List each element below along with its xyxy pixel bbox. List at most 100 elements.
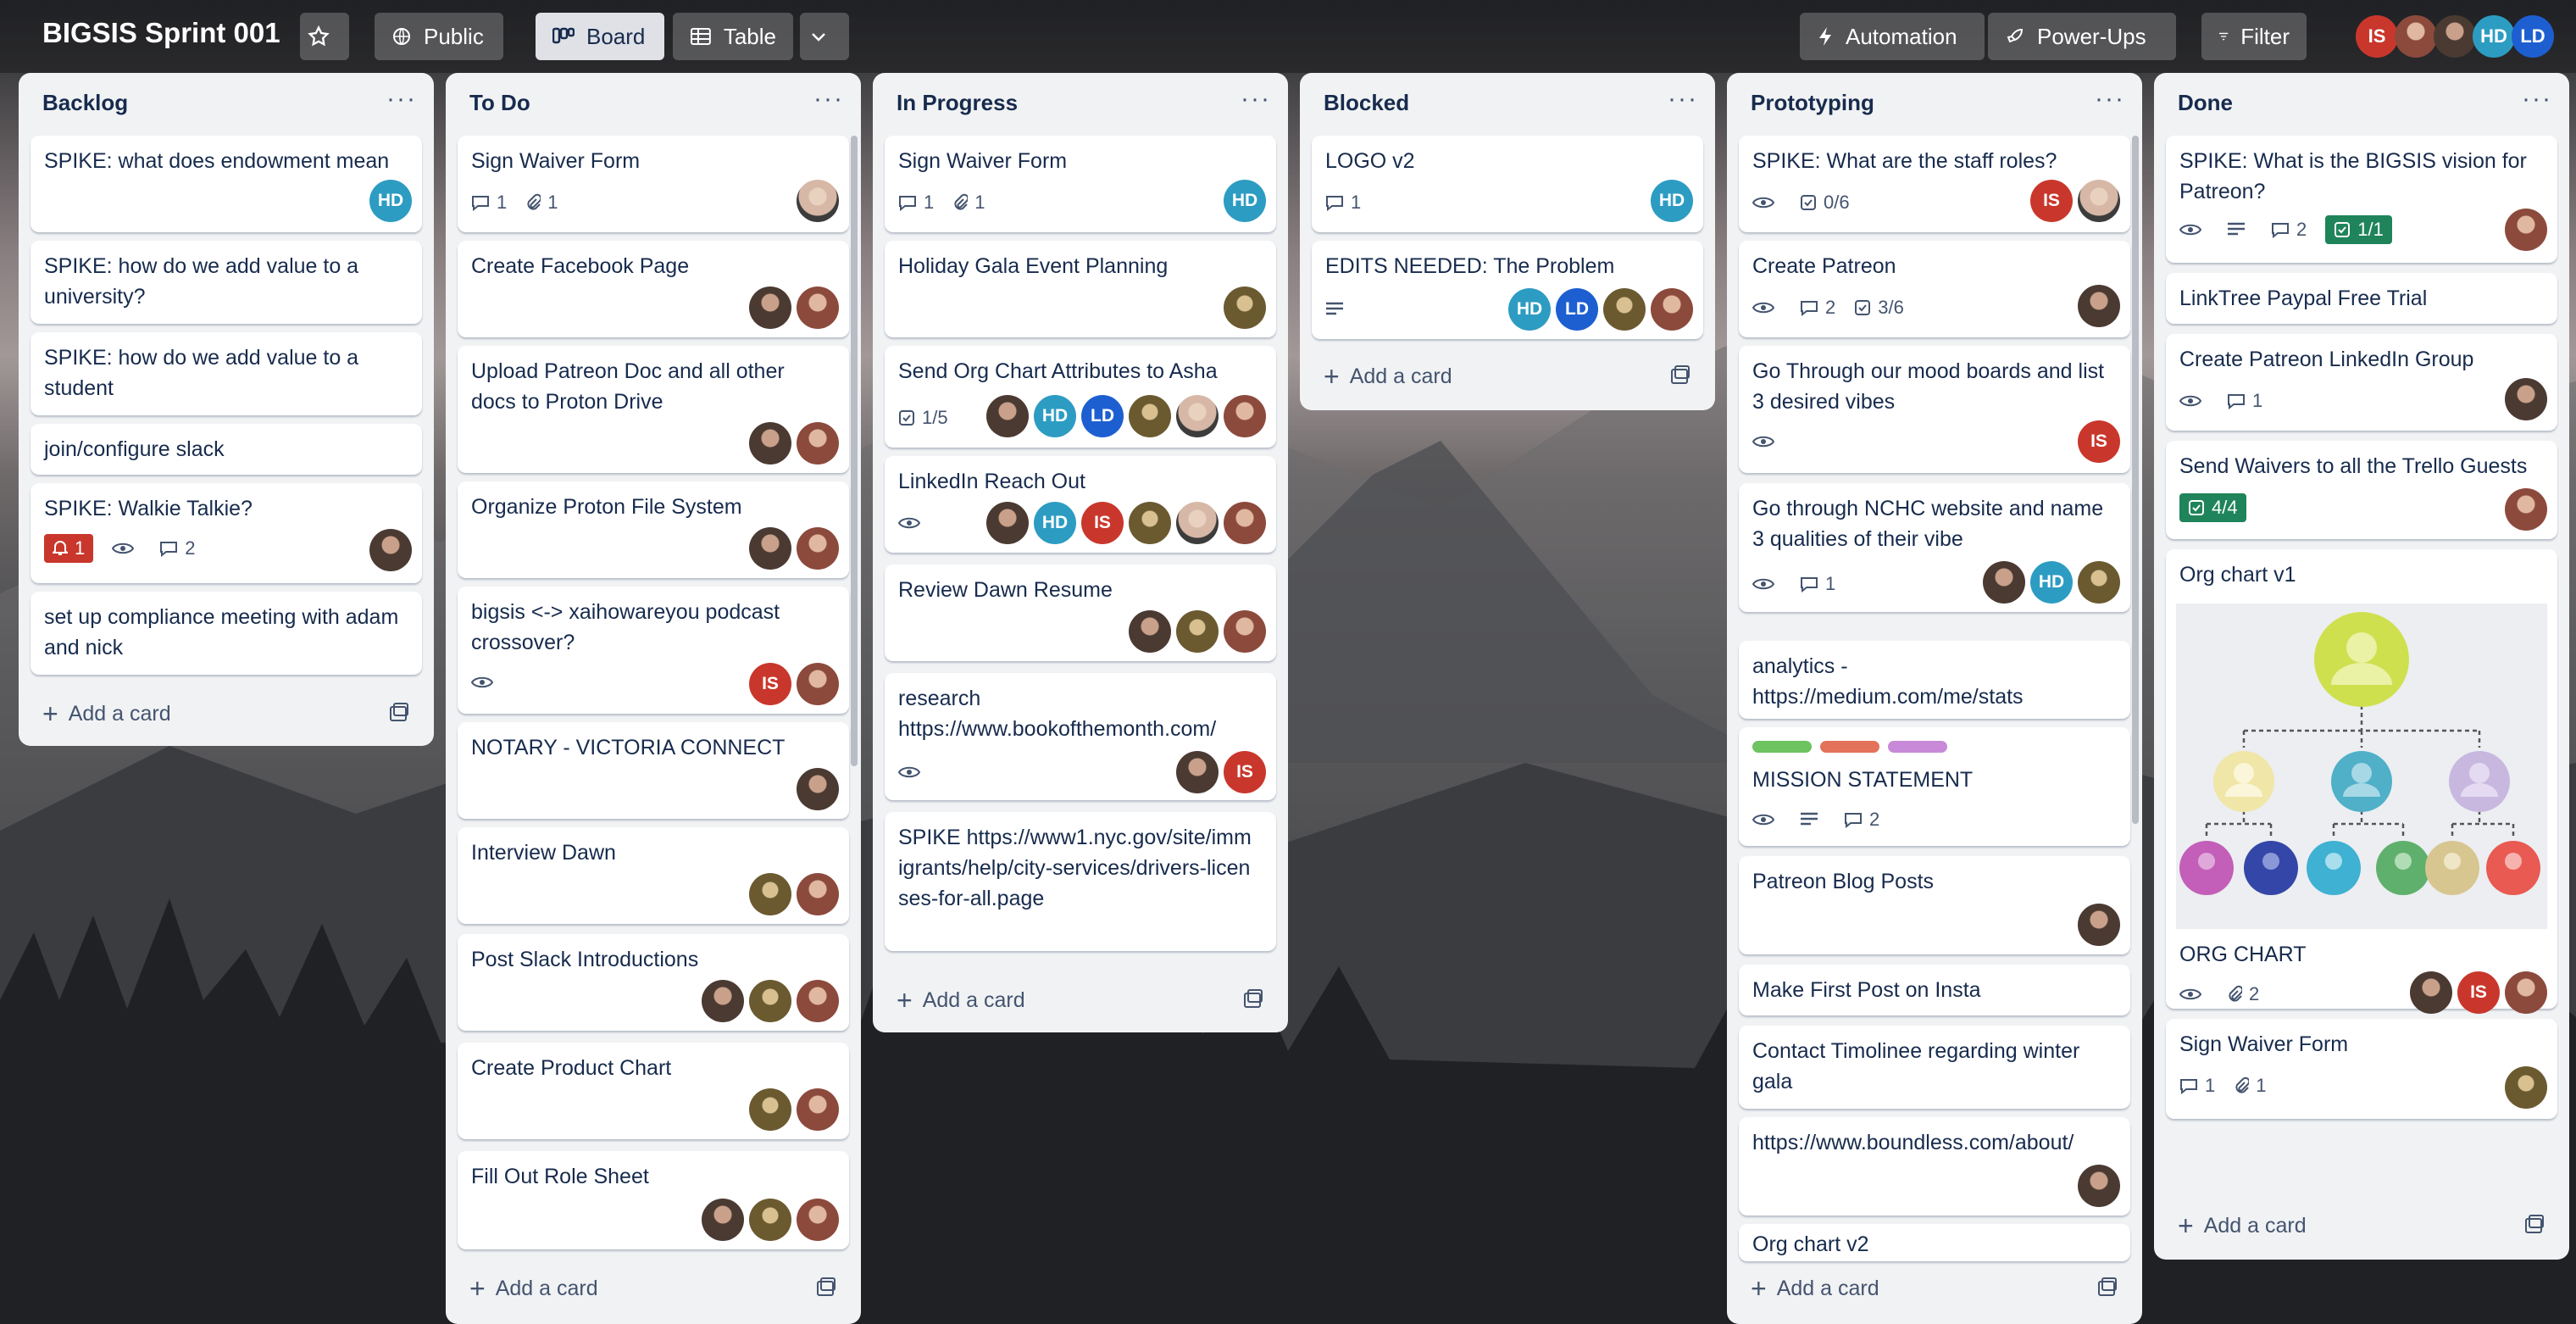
powerups-button[interactable]: Power-Ups: [1988, 13, 2176, 60]
member-avatar-photo[interactable]: [2078, 285, 2120, 327]
list-menu-icon[interactable]: ···: [1668, 85, 1698, 114]
member-avatar-photo[interactable]: [1224, 395, 1266, 437]
member-avatar-photo[interactable]: [1983, 561, 2025, 604]
card[interactable]: Organize Proton File System: [458, 481, 849, 578]
card-template-icon[interactable]: [2096, 1277, 2118, 1299]
member-avatar-photo[interactable]: [797, 1199, 839, 1241]
star-button[interactable]: [300, 13, 349, 60]
list-scrollbar[interactable]: [851, 136, 858, 766]
member-avatar-photo[interactable]: [797, 1088, 839, 1131]
list-title[interactable]: To Do: [469, 90, 530, 116]
card[interactable]: MISSION STATEMENT 2: [1739, 727, 2130, 846]
card[interactable]: SPIKE: What is the BIGSIS vision for Pat…: [2166, 136, 2557, 263]
board-title[interactable]: BIGSIS Sprint 001: [42, 17, 280, 49]
member-avatar-photo[interactable]: [2078, 904, 2120, 946]
list-menu-icon[interactable]: ···: [2522, 85, 2552, 114]
card[interactable]: Sign Waiver Form 1 1: [458, 136, 849, 232]
card[interactable]: SPIKE https://www1.nyc.gov/site/immigran…: [885, 812, 1276, 951]
list-scrollbar[interactable]: [2132, 136, 2139, 824]
member-avatar-photo[interactable]: [1129, 502, 1171, 544]
member-avatar-photo[interactable]: [2078, 180, 2120, 222]
member-avatar-photo[interactable]: [2410, 971, 2452, 1014]
card[interactable]: Make First Post on Insta: [1739, 965, 2130, 1015]
card[interactable]: join/configure slack: [31, 424, 422, 475]
card[interactable]: Go Through our mood boards and list 3 de…: [1739, 346, 2130, 473]
card[interactable]: Post Slack Introductions: [458, 934, 849, 1031]
member-avatar-photo[interactable]: [797, 663, 839, 705]
member-avatar-photo[interactable]: [1176, 395, 1219, 437]
member-avatar-photo[interactable]: [2505, 209, 2547, 251]
add-card-button[interactable]: + Add a card: [2178, 1212, 2307, 1239]
member-avatar-ld[interactable]: LD: [2512, 15, 2554, 58]
card[interactable]: Go through NCHC website and name 3 quali…: [1739, 483, 2130, 612]
member-avatar-photo[interactable]: [797, 527, 839, 570]
card[interactable]: SPIKE: Walkie Talkie? 1 2: [31, 483, 422, 583]
card[interactable]: Sign Waiver Form 1 1 HD: [885, 136, 1276, 232]
member-avatar-hd[interactable]: HD: [1034, 502, 1076, 544]
due-date-badge[interactable]: 1: [44, 534, 94, 563]
member-avatar-photo[interactable]: [1176, 751, 1219, 793]
member-avatar-photo[interactable]: [1129, 610, 1171, 653]
card[interactable]: EDITS NEEDED: The Problem HD LD: [1312, 241, 1703, 339]
card[interactable]: Create Patreon LinkedIn Group 1: [2166, 334, 2557, 431]
red-label[interactable]: [1820, 741, 1879, 753]
member-avatar-photo[interactable]: [2078, 1165, 2120, 1207]
list-menu-icon[interactable]: ···: [813, 85, 844, 114]
member-avatar-photo[interactable]: [749, 1199, 791, 1241]
member-avatar-ld[interactable]: LD: [1081, 395, 1124, 437]
card[interactable]: LinkedIn Reach Out HD IS: [885, 456, 1276, 553]
card[interactable]: LinkTree Paypal Free Trial: [2166, 273, 2557, 324]
member-avatar-photo[interactable]: [749, 1088, 791, 1131]
member-avatar-photo[interactable]: [2505, 1066, 2547, 1109]
card[interactable]: bigsis <-> xaihowareyou podcast crossove…: [458, 587, 849, 714]
member-avatar-is[interactable]: IS: [2030, 180, 2073, 222]
card[interactable]: https://www.boundless.com/about/: [1739, 1117, 2130, 1216]
member-avatar-photo[interactable]: [1603, 288, 1646, 331]
member-avatar-photo[interactable]: [702, 1199, 744, 1241]
member-avatar-is[interactable]: IS: [2078, 420, 2120, 463]
member-avatar-hd[interactable]: HD: [2030, 561, 2073, 604]
card[interactable]: Patreon Blog Posts: [1739, 856, 2130, 954]
card[interactable]: SPIKE: how do we add value to a universi…: [31, 241, 422, 324]
list-menu-icon[interactable]: ···: [1241, 85, 1271, 114]
card[interactable]: SPIKE: what does endowment mean HD: [31, 136, 422, 232]
card[interactable]: Send Waivers to all the Trello Guests 4/…: [2166, 441, 2557, 539]
member-avatar-photo[interactable]: [749, 422, 791, 465]
card-template-icon[interactable]: [815, 1277, 837, 1299]
member-avatar-hd[interactable]: HD: [1034, 395, 1076, 437]
card[interactable]: Contact Timolinee regarding winter gala: [1739, 1026, 2130, 1109]
card-template-icon[interactable]: [388, 702, 410, 724]
member-avatar-photo[interactable]: [2434, 15, 2476, 58]
card[interactable]: SPIKE: What are the staff roles? 0/6 IS: [1739, 136, 2130, 232]
member-avatar-photo[interactable]: [369, 529, 412, 571]
member-avatar-photo[interactable]: [2505, 971, 2547, 1014]
card[interactable]: Interview Dawn: [458, 827, 849, 924]
add-card-button[interactable]: + Add a card: [42, 700, 171, 727]
member-avatar-hd[interactable]: HD: [1508, 288, 1551, 331]
member-avatar-ld[interactable]: LD: [1556, 288, 1598, 331]
member-avatar-photo[interactable]: [2505, 378, 2547, 420]
list-title[interactable]: Blocked: [1324, 90, 1409, 116]
list-title[interactable]: Backlog: [42, 90, 128, 116]
card[interactable]: Fill Out Role Sheet: [458, 1151, 849, 1249]
list-menu-icon[interactable]: ···: [386, 85, 417, 114]
member-avatar-hd[interactable]: HD: [2473, 15, 2515, 58]
member-avatar-photo[interactable]: [797, 980, 839, 1022]
member-avatar-photo[interactable]: [2078, 561, 2120, 604]
card-template-icon[interactable]: [1669, 364, 1691, 387]
member-avatar-photo[interactable]: [749, 527, 791, 570]
member-avatar-photo[interactable]: [702, 980, 744, 1022]
member-avatar-photo[interactable]: [1651, 288, 1693, 331]
member-avatar-photo[interactable]: [1176, 610, 1219, 653]
views-dropdown-button[interactable]: [800, 13, 849, 60]
member-avatar-photo[interactable]: [2505, 488, 2547, 531]
member-avatar-photo[interactable]: [986, 395, 1029, 437]
member-avatar-is[interactable]: IS: [2457, 971, 2500, 1014]
member-avatar-photo[interactable]: [1224, 502, 1266, 544]
member-avatar-photo[interactable]: [1176, 502, 1219, 544]
table-view-button[interactable]: Table: [673, 13, 793, 60]
member-avatar-hd[interactable]: HD: [1651, 180, 1693, 222]
member-avatar-is[interactable]: IS: [1224, 751, 1266, 793]
list-title[interactable]: In Progress: [897, 90, 1018, 116]
card[interactable]: research https://www.bookofthemonth.com/…: [885, 673, 1276, 800]
